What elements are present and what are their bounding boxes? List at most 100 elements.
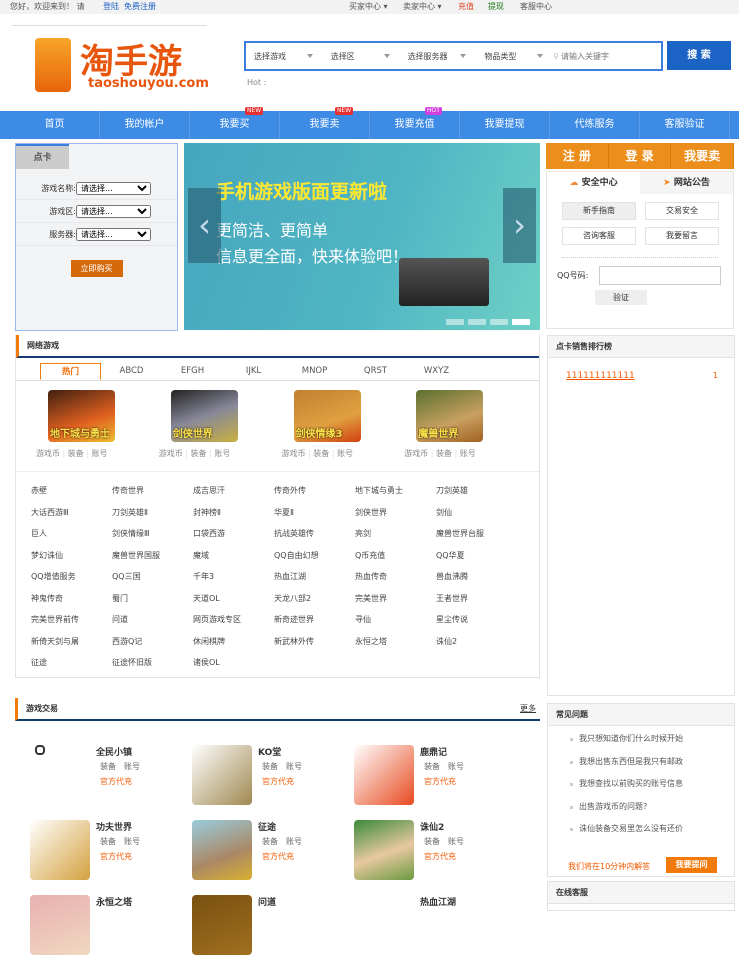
game-link[interactable]: QQ三国 [112, 566, 193, 588]
equip-link[interactable]: 装备 [262, 837, 278, 846]
game-link[interactable]: 征途 [31, 652, 112, 674]
login-button[interactable]: 登 录 [609, 143, 672, 169]
trade-game-image[interactable] [354, 745, 414, 805]
trade-game-name[interactable]: 问道 [258, 895, 276, 908]
game-link[interactable]: 封神榜Ⅱ [193, 502, 274, 524]
game-select[interactable]: 选择游戏 [246, 51, 323, 62]
hot-game-link[interactable]: 游戏币 [159, 449, 183, 458]
tab-letters[interactable]: MNOP [284, 363, 345, 380]
trade-game-name[interactable]: KO堂 [258, 745, 281, 758]
trade-game-name[interactable]: 全民小镇 [96, 745, 132, 758]
game-link[interactable]: 诛仙2 [436, 631, 517, 653]
trade-game-name[interactable]: 功夫世界 [96, 820, 132, 833]
game-link[interactable]: 巨人 [31, 523, 112, 545]
next-arrow-icon[interactable]: › [503, 188, 536, 263]
tab-announcements[interactable]: ➤ 网站公告 [640, 172, 733, 194]
game-image[interactable]: 剑侠世界 [170, 390, 238, 442]
search-input[interactable] [560, 51, 661, 61]
zone-select-card[interactable]: 请选择... [76, 204, 151, 218]
equip-link[interactable]: 装备 [424, 837, 440, 846]
game-link[interactable]: 华夏Ⅱ [274, 502, 355, 524]
tab-card[interactable]: 点卡 [16, 144, 69, 169]
type-select[interactable]: 物品类型 [476, 51, 553, 62]
register-link[interactable]: 免费注册 [124, 0, 156, 14]
buyer-center-menu[interactable]: 买家中心 ▾ [349, 0, 388, 14]
hot-game-link[interactable]: 账号 [460, 449, 476, 458]
game-link[interactable]: 抗战英雄传 [274, 523, 355, 545]
withdraw-link[interactable]: 提现 [488, 0, 504, 14]
account-link[interactable]: 账号 [448, 837, 464, 846]
ask-question-button[interactable]: 我要提问 [666, 857, 717, 873]
trade-game-name[interactable]: 永恒之塔 [96, 895, 132, 908]
trade-game-image[interactable] [192, 745, 252, 805]
more-link[interactable]: 更多 [520, 703, 536, 714]
game-link[interactable]: 亮剑 [355, 523, 436, 545]
game-link[interactable]: 梦幻诛仙 [31, 545, 112, 567]
login-link[interactable]: 登陆 [103, 0, 119, 14]
hot-game-link[interactable]: 游戏币 [282, 449, 306, 458]
hot-game-link[interactable]: 装备 [313, 449, 329, 458]
tab-letters[interactable]: 热门 [40, 363, 101, 380]
trade-game-name[interactable]: 热血江湖 [420, 895, 456, 908]
qq-input[interactable] [599, 266, 721, 285]
game-link[interactable]: 问道 [112, 609, 193, 631]
trade-game-name[interactable]: 诛仙2 [420, 820, 444, 833]
faq-item[interactable]: 我想出售东西但是我只有邮政 [548, 751, 734, 774]
prev-arrow-icon[interactable]: ‹ [188, 188, 221, 263]
game-link[interactable]: 天龙八部2 [274, 588, 355, 610]
game-link[interactable]: 传奇外传 [274, 480, 355, 502]
recharge-link[interactable]: 充值 [458, 0, 474, 14]
verify-button[interactable]: 验证 [595, 290, 647, 305]
nav-item[interactable]: 首页 [10, 111, 100, 139]
hot-game-link[interactable]: 游戏币 [404, 449, 428, 458]
account-link[interactable]: 账号 [124, 762, 140, 771]
game-link[interactable]: 网页游戏专区 [193, 609, 274, 631]
game-link[interactable]: 王者世界 [436, 588, 517, 610]
official-recharge-link[interactable]: 官方代充 [262, 776, 294, 787]
zone-select[interactable]: 选择区 [323, 51, 400, 62]
game-link[interactable]: 魔兽世界台服 [436, 523, 517, 545]
equip-link[interactable]: 装备 [100, 762, 116, 771]
faq-item[interactable]: 我想查找以前购买的账号信息 [548, 773, 734, 796]
faq-item[interactable]: 出售游戏币的问题? [548, 796, 734, 819]
trade-game-name[interactable]: 征途 [258, 820, 276, 833]
security-button[interactable]: 新手指南 [562, 202, 636, 220]
register-button[interactable]: 注 册 [546, 143, 609, 169]
nav-item[interactable]: 我要卖 NEW [280, 107, 370, 139]
ranking-item[interactable]: 111111111111 [566, 371, 635, 381]
game-link[interactable]: QQ自由幻想 [274, 545, 355, 567]
game-link[interactable]: 千年3 [193, 566, 274, 588]
game-link[interactable]: 剑侠情缘Ⅲ [112, 523, 193, 545]
account-link[interactable]: 账号 [124, 837, 140, 846]
nav-item[interactable]: 我要提现 [460, 111, 550, 139]
game-link[interactable]: 刀剑英雄 [436, 480, 517, 502]
equip-link[interactable]: 装备 [262, 762, 278, 771]
official-recharge-link[interactable]: 官方代充 [424, 851, 456, 862]
hot-game-link[interactable]: 装备 [436, 449, 452, 458]
game-image[interactable]: 剑侠情缘3 [293, 390, 361, 442]
hot-game-link[interactable]: 账号 [214, 449, 230, 458]
tab-letters[interactable]: WXYZ [406, 363, 467, 380]
trade-game-image[interactable] [30, 820, 90, 880]
game-image[interactable]: 地下城与勇士 [48, 390, 115, 442]
faq-item[interactable]: 我只想知道你们什么时候开始 [548, 728, 734, 751]
official-recharge-link[interactable]: 官方代充 [262, 851, 294, 862]
tab-letters[interactable]: IJKL [223, 363, 284, 380]
game-link[interactable]: 赤壁 [31, 480, 112, 502]
trade-game-image[interactable] [354, 895, 414, 955]
buy-now-button[interactable]: 立即购买 [70, 260, 123, 277]
trade-game-image[interactable] [354, 820, 414, 880]
game-link[interactable]: 刀剑英雄Ⅱ [112, 502, 193, 524]
service-center-link[interactable]: 客服中心 [520, 0, 552, 14]
nav-item[interactable]: 代练服务 [550, 111, 640, 139]
logo[interactable]: 淘手游 taoshouyou.com [30, 36, 210, 96]
game-link[interactable]: 新倚天剑与屠 [31, 631, 112, 653]
nav-item[interactable]: 我要充值 HOT [370, 107, 460, 139]
game-link[interactable]: Q币充值 [355, 545, 436, 567]
equip-link[interactable]: 装备 [100, 837, 116, 846]
game-link[interactable]: 蜀门 [112, 588, 193, 610]
game-link[interactable]: 西游Q记 [112, 631, 193, 653]
sell-button[interactable]: 我要卖 [671, 143, 735, 169]
game-link[interactable]: 新武林外传 [274, 631, 355, 653]
game-link[interactable]: 兽血沸腾 [436, 566, 517, 588]
